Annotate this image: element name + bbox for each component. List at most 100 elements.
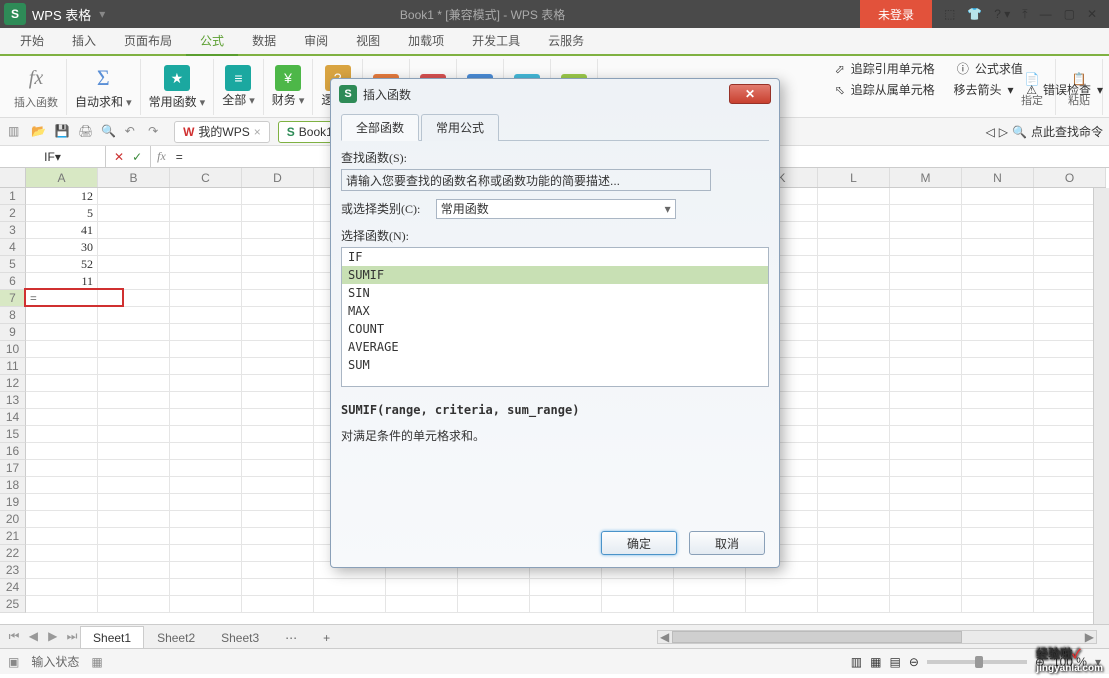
cell[interactable]: [962, 222, 1034, 239]
cell[interactable]: [242, 477, 314, 494]
qa-new-icon[interactable]: ▥: [8, 124, 24, 140]
row-head-19[interactable]: 19: [0, 494, 26, 511]
dialog-close-button[interactable]: ✕: [729, 84, 771, 104]
qa-undo-icon[interactable]: ↶: [125, 124, 141, 140]
cell[interactable]: [530, 579, 602, 596]
cell[interactable]: [170, 562, 242, 579]
cell[interactable]: [674, 596, 746, 613]
help-icon[interactable]: ? ▾: [994, 7, 1010, 21]
cell[interactable]: [962, 562, 1034, 579]
func-average[interactable]: AVERAGE: [342, 338, 768, 356]
cell[interactable]: [170, 222, 242, 239]
cell[interactable]: [170, 341, 242, 358]
row-head-17[interactable]: 17: [0, 460, 26, 477]
cell[interactable]: [26, 545, 98, 562]
cell[interactable]: [242, 579, 314, 596]
cell[interactable]: [170, 375, 242, 392]
cell[interactable]: [962, 358, 1034, 375]
sheet-add[interactable]: +: [310, 626, 343, 648]
cell[interactable]: [962, 545, 1034, 562]
cell[interactable]: [962, 426, 1034, 443]
shirt-icon[interactable]: 👕: [967, 7, 982, 21]
cell[interactable]: [890, 562, 962, 579]
cell[interactable]: [818, 392, 890, 409]
cell[interactable]: [890, 188, 962, 205]
cell[interactable]: [170, 239, 242, 256]
cell[interactable]: [962, 273, 1034, 290]
cell[interactable]: [170, 460, 242, 477]
cell[interactable]: [890, 307, 962, 324]
ribbon-finance[interactable]: ¥ 财务 ▾: [264, 59, 314, 115]
cell[interactable]: [962, 375, 1034, 392]
cell[interactable]: [890, 477, 962, 494]
cell[interactable]: [962, 341, 1034, 358]
horizontal-scrollbar[interactable]: ◀ ▶: [657, 630, 1097, 644]
row-head-14[interactable]: 14: [0, 409, 26, 426]
cell[interactable]: [818, 545, 890, 562]
view-break-icon[interactable]: ▤: [889, 655, 900, 669]
func-sumif[interactable]: SUMIF: [342, 266, 768, 284]
cell[interactable]: [242, 460, 314, 477]
cell[interactable]: [746, 596, 818, 613]
cell[interactable]: [170, 205, 242, 222]
cell[interactable]: [818, 426, 890, 443]
cell[interactable]: [26, 460, 98, 477]
cell[interactable]: [170, 307, 242, 324]
cell[interactable]: [818, 375, 890, 392]
cell[interactable]: [242, 392, 314, 409]
vertical-scrollbar[interactable]: [1093, 188, 1109, 624]
cell[interactable]: [890, 222, 962, 239]
cell[interactable]: [170, 290, 242, 307]
name-box[interactable]: IF ▾: [0, 146, 106, 167]
row-head-13[interactable]: 13: [0, 392, 26, 409]
close-window-icon[interactable]: ✕: [1087, 7, 1097, 21]
cell[interactable]: [458, 579, 530, 596]
cell[interactable]: [458, 596, 530, 613]
sheet-more[interactable]: ⋯: [272, 626, 310, 648]
cell[interactable]: [170, 494, 242, 511]
cell[interactable]: =: [26, 290, 98, 307]
cell[interactable]: [242, 562, 314, 579]
cell[interactable]: [26, 562, 98, 579]
cell[interactable]: [602, 596, 674, 613]
cell[interactable]: [170, 443, 242, 460]
cell[interactable]: [242, 375, 314, 392]
cell[interactable]: [26, 375, 98, 392]
cell[interactable]: [746, 579, 818, 596]
cell[interactable]: [890, 409, 962, 426]
cell[interactable]: [242, 511, 314, 528]
cell[interactable]: [962, 477, 1034, 494]
cell[interactable]: [242, 205, 314, 222]
ribbon-toggle-icon[interactable]: ⤒: [1022, 7, 1027, 22]
cell[interactable]: [242, 222, 314, 239]
col-B[interactable]: B: [98, 168, 170, 187]
cell[interactable]: [818, 494, 890, 511]
cell[interactable]: [242, 239, 314, 256]
row-head-9[interactable]: 9: [0, 324, 26, 341]
row-head-15[interactable]: 15: [0, 426, 26, 443]
menu-review[interactable]: 审阅: [290, 27, 342, 54]
cell[interactable]: [818, 324, 890, 341]
nav-right-icon[interactable]: ▷: [999, 125, 1008, 139]
cell[interactable]: [890, 545, 962, 562]
cell[interactable]: [242, 596, 314, 613]
hscroll-thumb[interactable]: [672, 631, 962, 643]
cell[interactable]: [26, 494, 98, 511]
cell[interactable]: [242, 290, 314, 307]
cell[interactable]: [170, 392, 242, 409]
func-sum[interactable]: SUM: [342, 356, 768, 374]
row-head-18[interactable]: 18: [0, 477, 26, 494]
cell[interactable]: [818, 511, 890, 528]
row-head-22[interactable]: 22: [0, 545, 26, 562]
cell[interactable]: [170, 256, 242, 273]
cell[interactable]: [242, 426, 314, 443]
ribbon-commonfn[interactable]: ★ 常用函数 ▾: [141, 59, 215, 115]
sheet-tab-1[interactable]: Sheet1: [80, 626, 144, 648]
cell[interactable]: [818, 562, 890, 579]
cell[interactable]: 11: [26, 273, 98, 290]
cell[interactable]: [890, 375, 962, 392]
cell[interactable]: 12: [26, 188, 98, 205]
row-head-6[interactable]: 6: [0, 273, 26, 290]
cell[interactable]: [386, 596, 458, 613]
cell[interactable]: [386, 579, 458, 596]
